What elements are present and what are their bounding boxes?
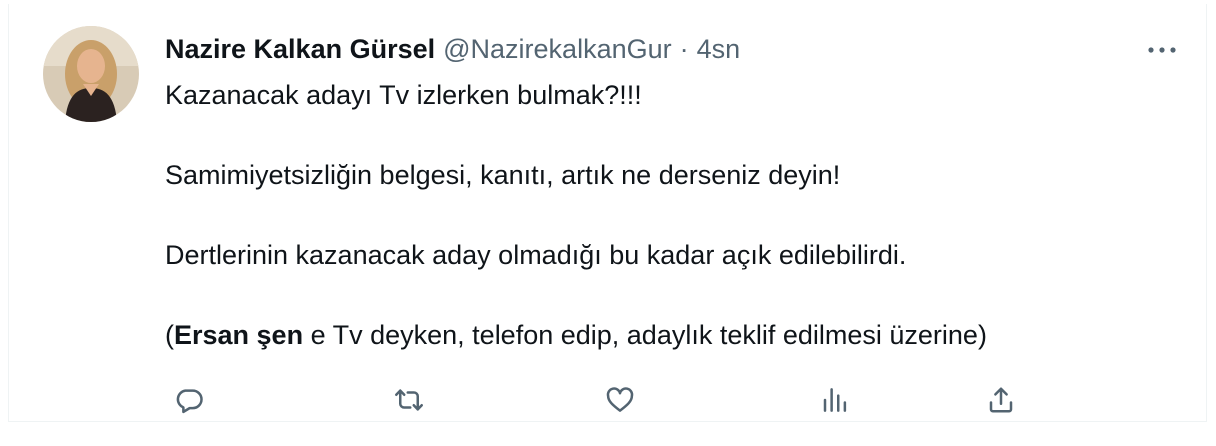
retweet-button[interactable] bbox=[387, 378, 431, 422]
paragraph-rest: e Tv deyken, telefon edip, adaylık tekli… bbox=[303, 320, 987, 350]
views-button[interactable] bbox=[813, 378, 857, 422]
retweet-icon bbox=[395, 389, 423, 411]
share-button[interactable] bbox=[979, 378, 1023, 422]
paren-open: ( bbox=[165, 320, 174, 350]
avatar[interactable] bbox=[43, 26, 139, 122]
heart-icon bbox=[606, 387, 634, 412]
views-icon bbox=[823, 388, 847, 412]
tweet-time[interactable]: 4sn bbox=[697, 32, 741, 66]
tweet-card[interactable]: Nazire Kalkan Gürsel @NazirekalkanGur · … bbox=[8, 4, 1207, 422]
tweet-actions bbox=[165, 378, 1035, 422]
tweet-paragraph: Kazanacak adayı Tv izlerken bulmak?!!! bbox=[165, 80, 642, 110]
tweet-text: Kazanacak adayı Tv izlerken bulmak?!!! S… bbox=[165, 77, 1175, 353]
tweet-paragraph: Dertlerinin kazanacak aday olmadığı bu k… bbox=[165, 240, 907, 270]
reply-icon bbox=[176, 389, 203, 414]
author-handle[interactable]: @NazirekalkanGur bbox=[443, 32, 672, 66]
tweet-header: Nazire Kalkan Gürsel @NazirekalkanGur · … bbox=[165, 32, 740, 66]
header-separator: · bbox=[679, 34, 689, 64]
tweet-paragraph: Samimiyetsizliğin belgesi, kanıtı, artık… bbox=[165, 160, 841, 190]
author-name[interactable]: Nazire Kalkan Gürsel bbox=[165, 32, 435, 66]
share-icon bbox=[989, 387, 1013, 413]
bold-mention: Ersan şen bbox=[174, 320, 304, 350]
reply-button[interactable] bbox=[167, 378, 211, 422]
profile-photo bbox=[43, 26, 139, 122]
tweet-paragraph: (Ersan şen e Tv deyken, telefon edip, ad… bbox=[165, 317, 1175, 353]
more-horizontal-icon bbox=[1148, 47, 1176, 53]
like-button[interactable] bbox=[598, 378, 642, 422]
more-options-button[interactable] bbox=[1140, 30, 1184, 70]
